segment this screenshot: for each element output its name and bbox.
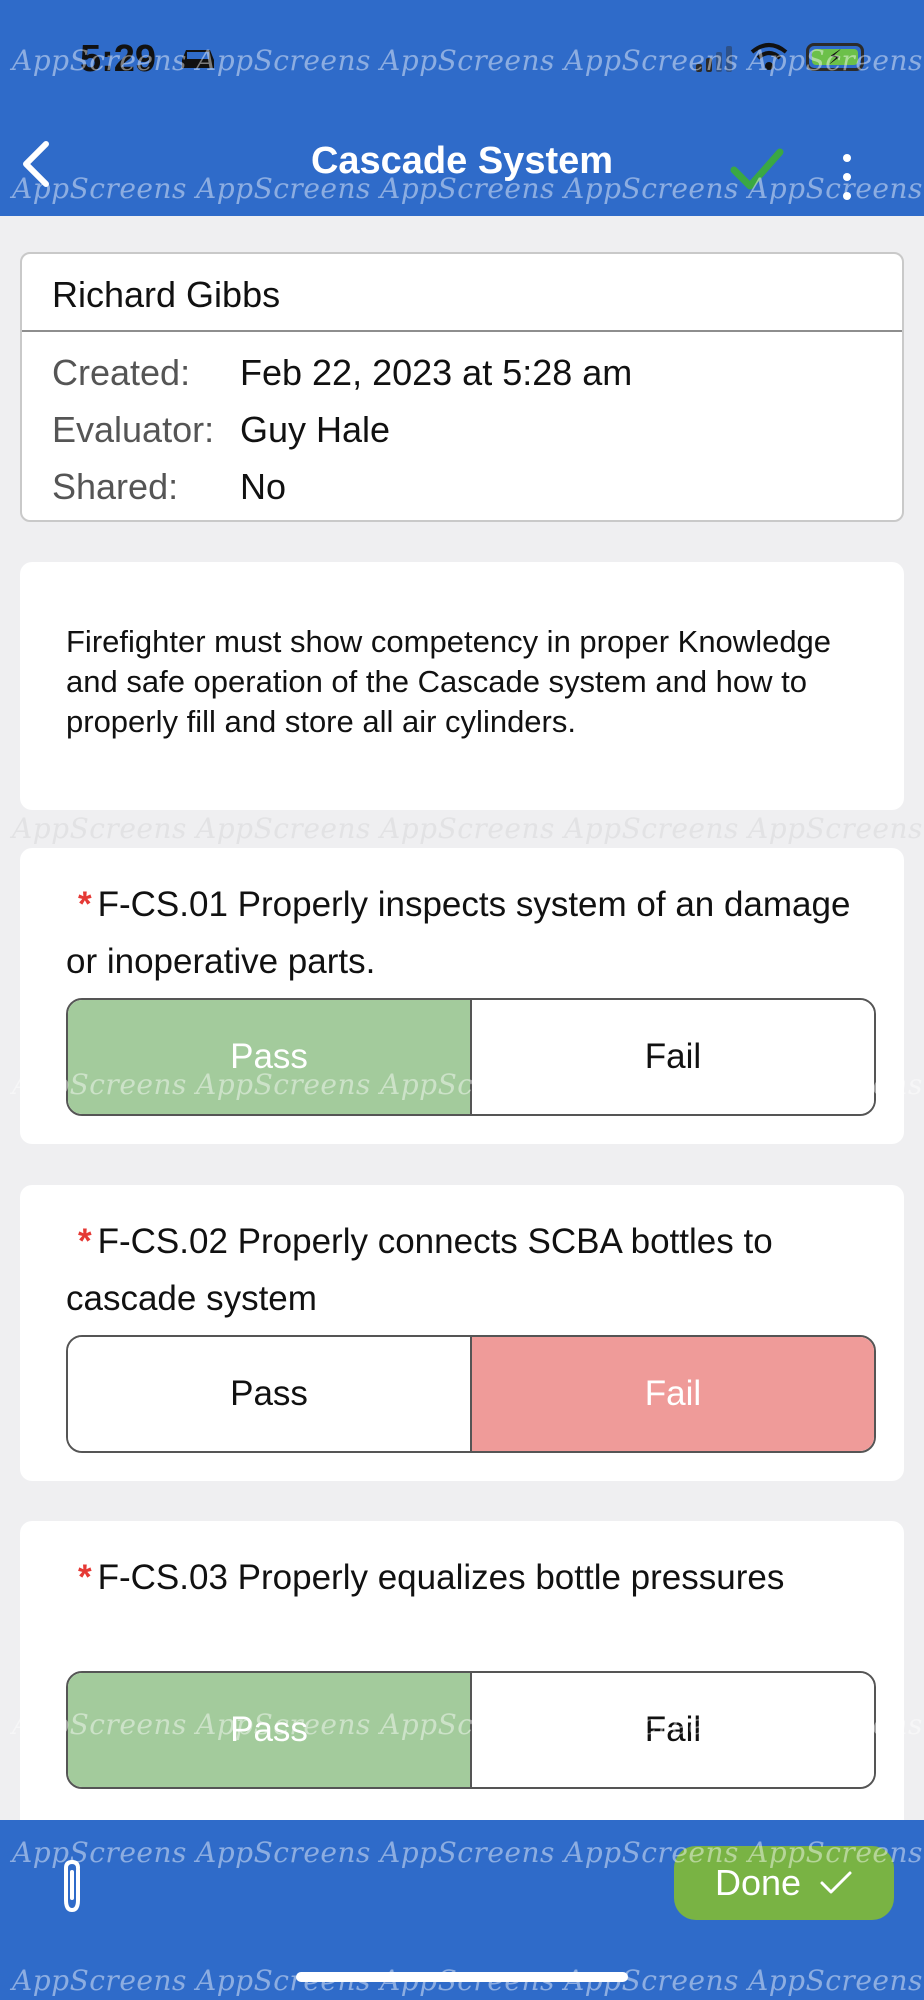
watermark-text: AppScreens <box>748 812 923 845</box>
done-button[interactable]: Done <box>674 1846 894 1920</box>
divider <box>22 330 902 332</box>
watermark-text: AppScreens <box>380 812 555 845</box>
pass-fail-toggle: Pass Fail <box>66 998 876 1116</box>
question-title: * F-CS.01 Properly inspects system of an … <box>66 876 886 990</box>
evaluator-row: Evaluator: Guy Hale <box>52 409 390 451</box>
shared-label: Shared: <box>52 466 179 507</box>
pass-button[interactable]: Pass <box>68 1337 472 1451</box>
status-indicators: ⚡ <box>696 42 864 72</box>
done-label: Done <box>714 1862 802 1903</box>
car-icon <box>182 50 214 68</box>
record-info-card: Richard Gibbs Created: Feb 22, 2023 at 5:… <box>20 252 904 522</box>
cellular-signal-icon <box>696 42 732 72</box>
candidate-name: Richard Gibbs <box>52 274 281 315</box>
created-label: Created: <box>52 352 191 393</box>
checkmark-icon[interactable] <box>728 146 784 194</box>
pass-fail-toggle: Pass Fail <box>66 1671 876 1789</box>
watermark-text: AppScreens <box>12 812 187 845</box>
fail-button[interactable]: Fail <box>472 1000 874 1114</box>
fail-button[interactable]: Fail <box>472 1337 874 1451</box>
required-marker: * <box>78 1222 92 1261</box>
watermark-text: AppScreens <box>196 812 371 845</box>
watermark-row: AppScreens AppScreens AppScreens AppScreens… <box>0 812 924 845</box>
question-card: * F-CS.03 Properly equalizes bottle press… <box>20 1521 904 1841</box>
question-text: F-CS.03 Properly equalizes bottle pressu… <box>97 1558 785 1597</box>
question-text: F-CS.01 Properly inspects system of an d… <box>66 885 851 981</box>
question-text: F-CS.02 Properly connects SCBA bottles t… <box>66 1222 773 1318</box>
wifi-icon <box>750 43 788 70</box>
pass-button[interactable]: Pass <box>68 1000 472 1114</box>
page-title: Cascade System <box>310 140 614 182</box>
question-card: * F-CS.02 Properly connects SCBA bottles … <box>20 1185 904 1481</box>
home-indicator <box>296 1972 628 1982</box>
dot <box>843 192 851 200</box>
watermark-text: AppScreens <box>564 812 739 845</box>
fail-button[interactable]: Fail <box>472 1673 874 1787</box>
description-text: Firefighter must show competency in prop… <box>66 624 832 739</box>
shared-row: Shared: No <box>52 466 286 508</box>
pass-fail-toggle: Pass Fail <box>66 1335 876 1453</box>
required-marker: * <box>78 885 92 924</box>
question-title: * F-CS.02 Properly connects SCBA bottles … <box>66 1213 886 1327</box>
battery-icon: ⚡ <box>806 43 864 71</box>
dot <box>843 154 851 162</box>
shared-value: No <box>240 466 287 507</box>
top-app-bar: 5:29 ⚡ Cascade System <box>0 0 924 216</box>
pass-button[interactable]: Pass <box>68 1673 472 1787</box>
dot <box>843 173 851 181</box>
evaluator-value: Guy Hale <box>240 409 391 450</box>
bottom-toolbar: Done <box>0 1820 924 2000</box>
description-card: Firefighter must show competency in prop… <box>20 562 904 810</box>
question-card: * F-CS.01 Properly inspects system of an … <box>20 848 904 1144</box>
required-marker: * <box>78 1558 92 1597</box>
paperclip-icon[interactable] <box>52 1856 92 1916</box>
status-time: 5:29 <box>80 38 157 80</box>
created-value: Feb 22, 2023 at 5:28 am <box>240 352 633 393</box>
more-options-button[interactable] <box>832 154 862 200</box>
created-row: Created: Feb 22, 2023 at 5:28 am <box>52 352 632 394</box>
question-title: * F-CS.03 Properly equalizes bottle press… <box>66 1549 886 1606</box>
checkmark-icon <box>820 1871 852 1894</box>
evaluator-label: Evaluator: <box>52 409 215 450</box>
